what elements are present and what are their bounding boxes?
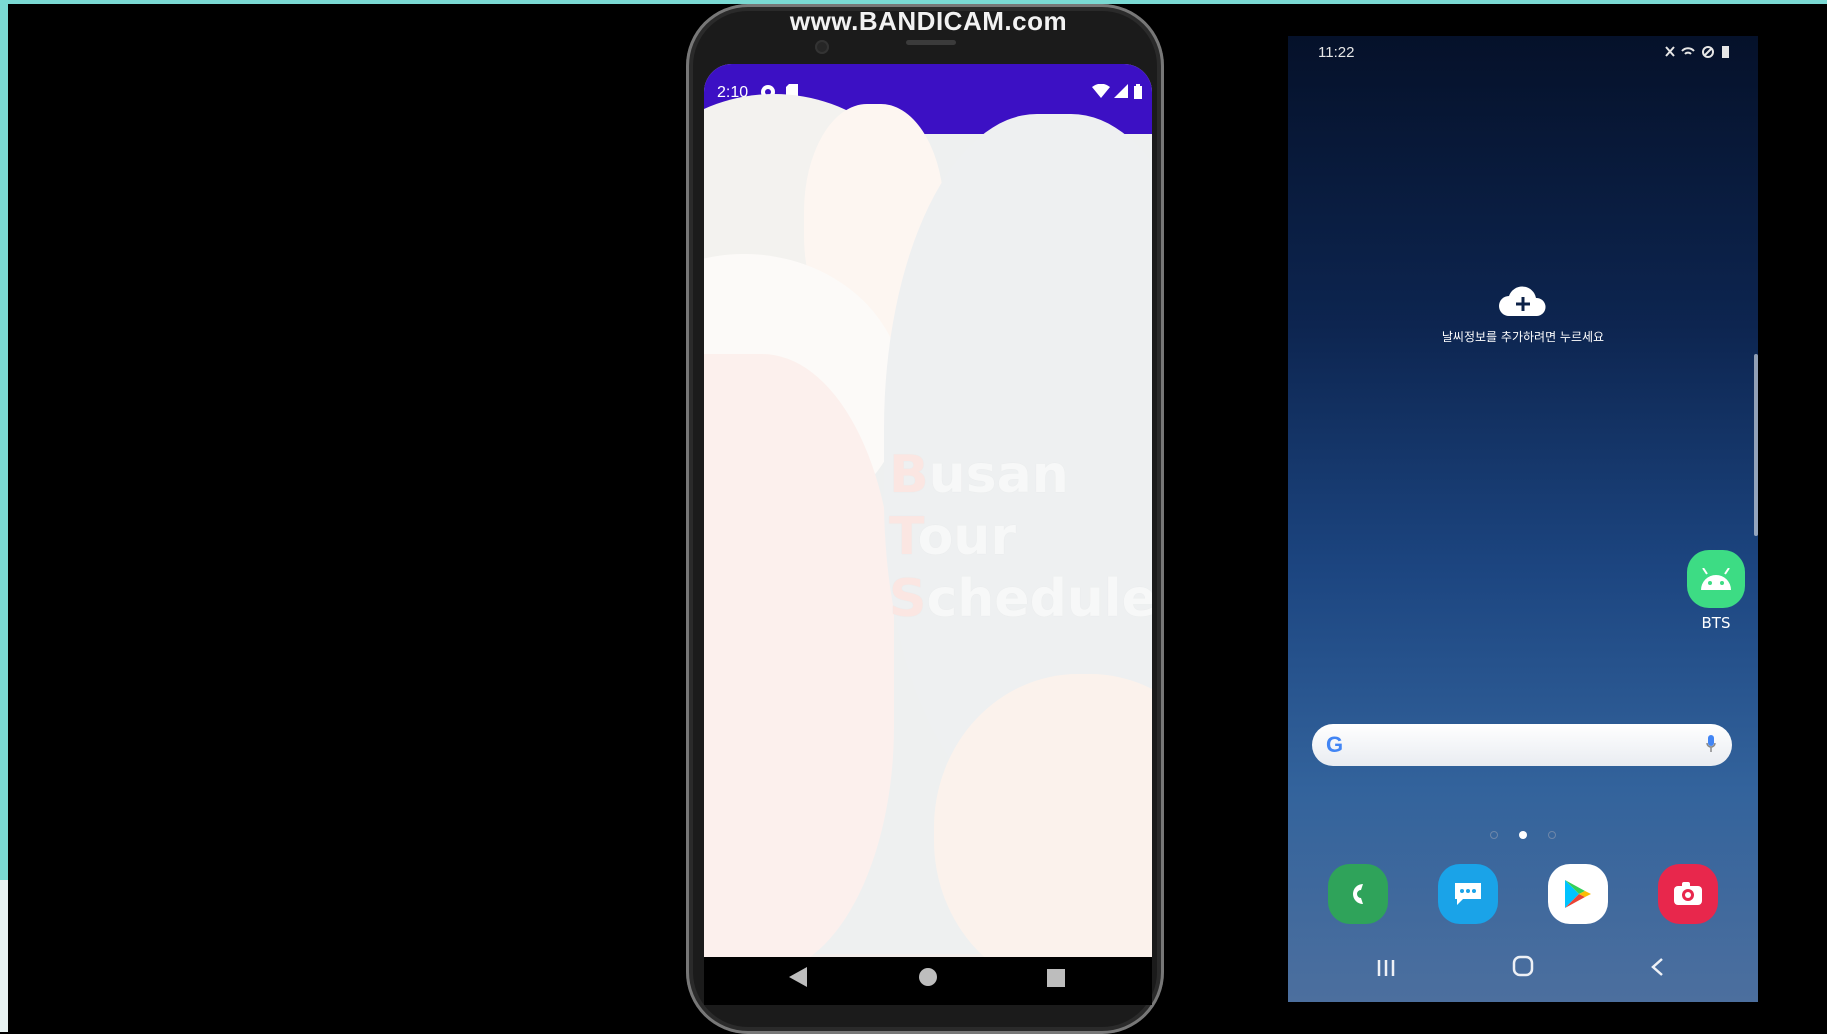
camera-app-icon[interactable] bbox=[1658, 864, 1718, 924]
page-dot bbox=[1489, 830, 1498, 839]
wifi-icon bbox=[1092, 83, 1110, 101]
app-label-bts: BTS bbox=[1701, 614, 1731, 632]
weather-prompt: 날씨정보를 추가하려면 누르세요 bbox=[1441, 330, 1605, 344]
outer-frame-left bbox=[0, 0, 8, 1032]
messages-app-icon[interactable] bbox=[1438, 864, 1498, 924]
page-dot bbox=[1548, 830, 1557, 839]
recents-icon[interactable] bbox=[1047, 965, 1065, 993]
device-status-icons bbox=[1664, 43, 1734, 62]
app-dock bbox=[1288, 864, 1758, 934]
emulator-screen: 2:10 Busan Tour Schedule bbox=[704, 64, 1152, 957]
battery-icon bbox=[1134, 84, 1142, 102]
front-camera bbox=[815, 40, 829, 54]
outer-frame-notch bbox=[0, 880, 8, 1032]
app-title-splash: Busan Tour Schedule bbox=[889, 444, 1152, 630]
splash-screen: Busan Tour Schedule bbox=[704, 94, 1152, 957]
title-line-tour: Tour bbox=[889, 507, 1016, 567]
home-button[interactable] bbox=[1512, 954, 1534, 984]
recents-button[interactable] bbox=[1376, 954, 1396, 984]
app-icon-bts[interactable]: BTS bbox=[1666, 550, 1758, 632]
device-status-time: 11:22 bbox=[1318, 44, 1355, 61]
android-icon bbox=[1687, 550, 1745, 608]
bandicam-watermark: www.BANDICAM.com bbox=[789, 6, 1068, 36]
earpiece bbox=[906, 40, 956, 45]
emulator-nav-bar bbox=[704, 957, 1152, 1005]
device-status-bar: 11:22 bbox=[1288, 36, 1758, 68]
home-icon[interactable] bbox=[918, 965, 938, 993]
microphone-icon[interactable] bbox=[1706, 735, 1716, 753]
device-home-screen: 11:22 날씨정보를 추가하려면 누르세요 BTS G bbox=[1288, 36, 1758, 1002]
play-store-icon[interactable] bbox=[1548, 864, 1608, 924]
weather-widget[interactable]: 날씨정보를 추가하려면 누르세요 bbox=[1288, 286, 1758, 345]
back-button[interactable] bbox=[1650, 954, 1664, 984]
google-search-bar[interactable]: G bbox=[1312, 724, 1732, 766]
phone-app-icon[interactable] bbox=[1328, 864, 1388, 924]
back-icon[interactable] bbox=[789, 965, 807, 993]
cloud-add-icon bbox=[1288, 286, 1758, 324]
page-indicator bbox=[1288, 824, 1758, 843]
signal-icon bbox=[1114, 84, 1128, 101]
page-dot-active bbox=[1519, 830, 1527, 839]
device-nav-bar bbox=[1288, 946, 1758, 998]
google-logo: G bbox=[1326, 732, 1344, 757]
title-line-schedule: Schedule bbox=[889, 569, 1152, 629]
edge-panel-handle[interactable] bbox=[1754, 354, 1758, 536]
title-line-busan: Busan bbox=[889, 445, 1069, 505]
